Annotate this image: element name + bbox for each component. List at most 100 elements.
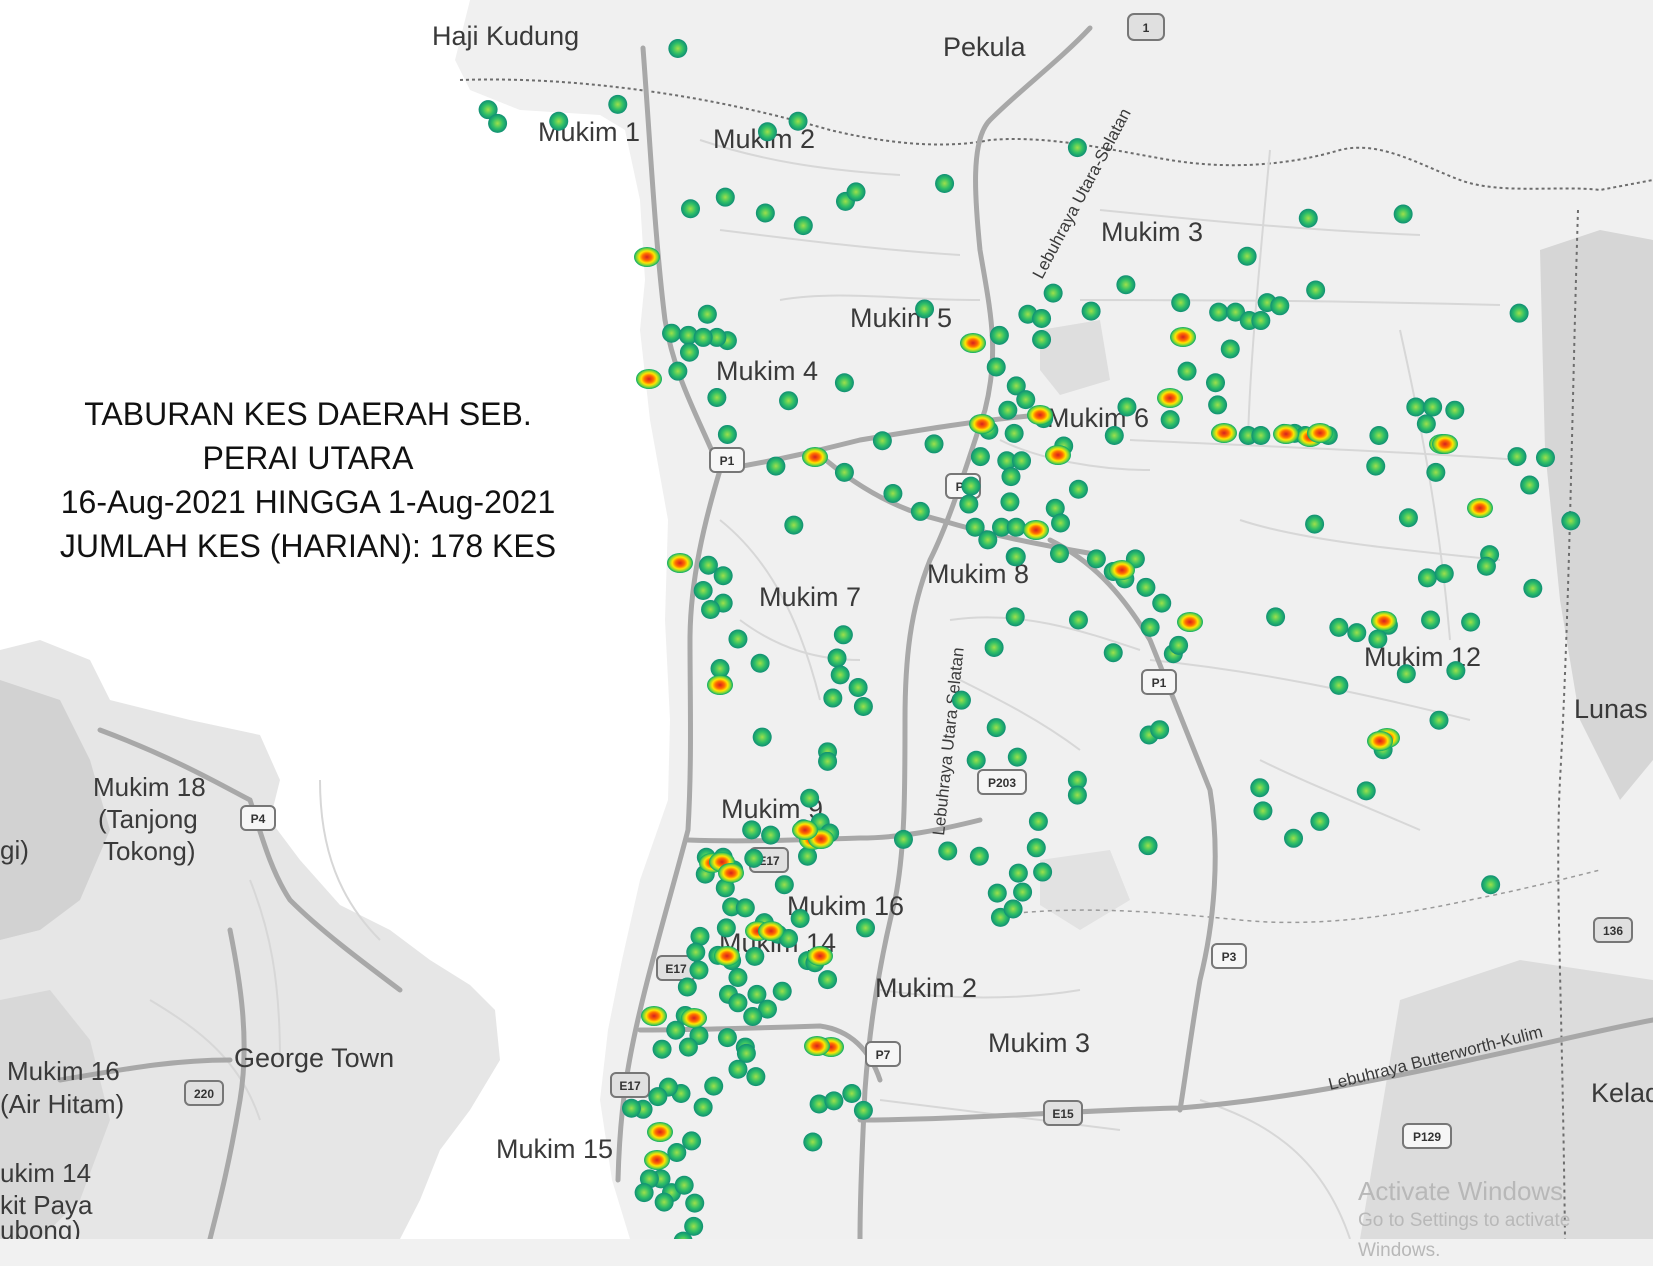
case-point [1250, 778, 1270, 798]
shield-220: 220 [184, 1080, 224, 1106]
case-point [1393, 204, 1413, 224]
case-point [818, 970, 838, 990]
case-point [1086, 549, 1106, 569]
label-haji-kudung: Haji Kudung [432, 21, 579, 51]
case-point [800, 788, 820, 808]
case-point [1434, 564, 1454, 584]
case-point [772, 981, 792, 1001]
case-point [915, 299, 935, 319]
svg-text:E17: E17 [665, 962, 687, 976]
label-mukim-18-line3: Tokong) [103, 836, 196, 866]
case-hotspot [807, 946, 833, 966]
case-point [1008, 863, 1028, 883]
svg-text:P129: P129 [1413, 1130, 1441, 1144]
case-point [1068, 610, 1088, 630]
case-point [693, 327, 713, 347]
case-point [1068, 479, 1088, 499]
shield-136: 136 [1593, 917, 1633, 943]
case-point [1305, 514, 1325, 534]
case-hotspot [1027, 405, 1053, 425]
case-point [788, 111, 808, 131]
case-point [1507, 447, 1527, 467]
case-point [823, 688, 843, 708]
case-point [1306, 280, 1326, 300]
label-mukim-3-south: Mukim 3 [988, 1028, 1090, 1058]
case-hotspot [792, 820, 818, 840]
case-point [856, 918, 876, 938]
label-mukim-5: Mukim 5 [850, 303, 952, 333]
svg-text:220: 220 [194, 1087, 214, 1101]
case-point [1117, 397, 1137, 417]
case-point [961, 476, 981, 496]
case-point [761, 825, 781, 845]
case-hotspot [681, 1008, 707, 1028]
svg-text:P203: P203 [988, 776, 1016, 790]
case-point [716, 918, 736, 938]
case-point [742, 820, 762, 840]
case-point [1426, 462, 1446, 482]
case-point [1520, 475, 1540, 495]
case-point [924, 434, 944, 454]
case-point [1006, 547, 1026, 567]
case-point [717, 1028, 737, 1048]
case-point [1535, 448, 1555, 468]
case-point [1220, 339, 1240, 359]
case-hotspot [802, 447, 828, 467]
case-point [679, 342, 699, 362]
case-point [834, 373, 854, 393]
case-point [715, 187, 735, 207]
case-point [1284, 828, 1304, 848]
case-hotspot [1157, 388, 1183, 408]
case-point [1481, 875, 1501, 895]
case-point [1169, 635, 1189, 655]
case-point [667, 1143, 687, 1163]
case-hotspot [960, 333, 986, 353]
case-point [728, 1059, 748, 1079]
case-point [713, 566, 733, 586]
case-point [766, 456, 786, 476]
case-point [987, 883, 1007, 903]
title-line-2: PERAI UTARA [202, 440, 414, 476]
case-point [1356, 781, 1376, 801]
case-point [1032, 308, 1052, 328]
case-point [803, 1132, 823, 1152]
case-point [1067, 138, 1087, 158]
case-point [652, 1039, 672, 1059]
case-point [1067, 785, 1087, 805]
svg-text:E15: E15 [1052, 1107, 1074, 1121]
label-mukim-3-north: Mukim 3 [1101, 217, 1203, 247]
case-point [1366, 456, 1386, 476]
case-point [677, 977, 697, 997]
case-hotspot [714, 946, 740, 966]
label-mukim-15: Mukim 15 [496, 1134, 613, 1164]
case-point [959, 494, 979, 514]
case-point [666, 1020, 686, 1040]
case-point [1012, 451, 1032, 471]
case-point [1423, 397, 1443, 417]
case-point [1368, 629, 1388, 649]
case-point [834, 462, 854, 482]
case-point [1406, 397, 1426, 417]
shield-p3: P3 [1211, 943, 1247, 969]
case-hotspot [1367, 731, 1393, 751]
case-hotspot [1307, 423, 1333, 443]
case-point [824, 1091, 844, 1111]
shield-p203: P203 [977, 769, 1027, 795]
case-point [853, 1100, 873, 1120]
case-point [744, 848, 764, 868]
case-point [693, 581, 713, 601]
case-point [827, 648, 847, 668]
case-point [704, 1076, 724, 1096]
shield-p129: P129 [1402, 1123, 1452, 1149]
watermark-line-2: Go to Settings to activate Windows. [1358, 1210, 1571, 1261]
case-point [745, 946, 765, 966]
case-point [668, 39, 688, 59]
case-hotspot [644, 1150, 670, 1170]
map-canvas[interactable]: Haji Kudung Pekula Mukim 1 Mukim 2 Mukim… [0, 0, 1653, 1239]
case-point [1003, 899, 1023, 919]
case-hotspot [758, 921, 784, 941]
label-penang-mukim-16-line2: (Air Hitam) [0, 1089, 124, 1119]
case-point [935, 173, 955, 193]
case-point [1298, 208, 1318, 228]
case-point [728, 629, 748, 649]
